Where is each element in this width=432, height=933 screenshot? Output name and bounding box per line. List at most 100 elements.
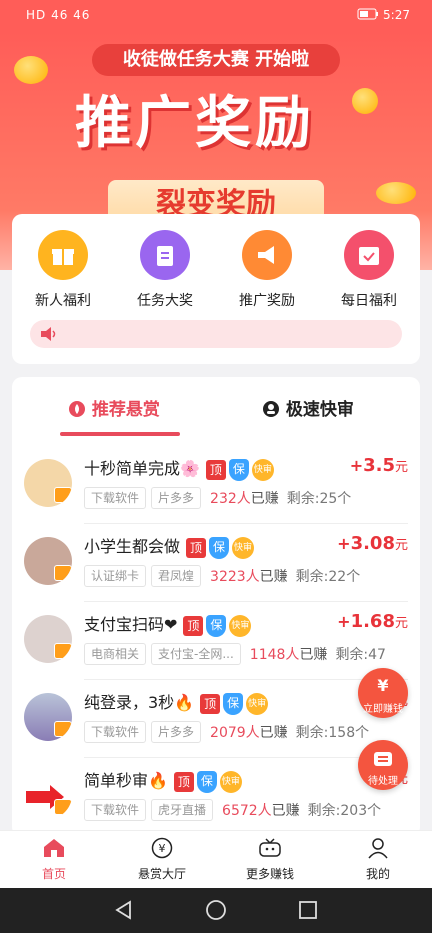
participant-count: 3223人 bbox=[210, 569, 260, 585]
calendar-icon bbox=[344, 230, 394, 280]
avatar bbox=[24, 615, 72, 663]
guarantee-badge: 保 bbox=[206, 614, 227, 637]
earned-label: 已赚 bbox=[299, 647, 328, 663]
pending-button[interactable]: 待处理 bbox=[358, 740, 408, 790]
top-badge: 顶 bbox=[205, 459, 226, 480]
task-title: 纯登录，3秒🔥 bbox=[84, 693, 195, 712]
top-badge: 顶 bbox=[183, 615, 204, 636]
remaining-count: 剩余:158个 bbox=[295, 725, 370, 741]
crown-icon bbox=[54, 721, 72, 737]
banner-pill: 收徒做任务大赛 开始啦 bbox=[92, 44, 340, 76]
earn-now-button[interactable]: ¥ 立即赚钱 bbox=[358, 668, 408, 718]
divider bbox=[84, 523, 408, 524]
quick-actions-grid: 新人福利 任务大奖 推广奖励 每日福利 bbox=[12, 230, 420, 310]
clock: 5:27 bbox=[357, 8, 410, 22]
task-price: +3.5元 bbox=[349, 455, 408, 476]
nav-label: 更多赚钱 bbox=[245, 867, 294, 881]
network-indicators: HD 46 46 bbox=[26, 8, 91, 22]
nav-home[interactable]: 首页 bbox=[0, 831, 108, 889]
remaining-count: 剩余:25个 bbox=[286, 491, 352, 507]
guarantee-badge: 保 bbox=[228, 458, 249, 481]
user-icon bbox=[368, 838, 388, 859]
recents-icon[interactable] bbox=[298, 900, 318, 920]
coin-decoration bbox=[352, 88, 378, 114]
nav-label: 悬赏大厅 bbox=[137, 867, 186, 881]
flame-icon bbox=[69, 401, 85, 417]
clipboard-icon bbox=[140, 230, 190, 280]
fast-review-badge: 快审 bbox=[232, 536, 255, 559]
task-item[interactable]: 十秒简单完成🌸 顶保快审 下载软件 片多多 232人已赚 剩余:25个 +3.5元 bbox=[12, 453, 420, 531]
gamepad-icon bbox=[259, 838, 281, 857]
fast-review-badge: 快审 bbox=[229, 614, 252, 637]
top-badge: 顶 bbox=[173, 771, 194, 792]
nav-label: 我的 bbox=[365, 867, 390, 881]
quick-actions-card: 新人福利 任务大奖 推广奖励 每日福利 bbox=[12, 214, 420, 364]
list-icon bbox=[374, 752, 392, 766]
nav-label: 首页 bbox=[41, 867, 66, 881]
notice-bar[interactable] bbox=[30, 320, 402, 348]
bottom-nav: 首页 ¥ 悬赏大厅 更多赚钱 我的 bbox=[0, 830, 432, 889]
quick-action-promotion[interactable]: 推广奖励 bbox=[216, 230, 318, 310]
divider bbox=[84, 601, 408, 602]
task-price: +1.68元 bbox=[337, 611, 408, 632]
coin-decoration bbox=[14, 56, 48, 84]
battery-icon bbox=[357, 8, 379, 20]
yen-icon: ¥ bbox=[377, 676, 389, 695]
crown-icon bbox=[54, 799, 72, 815]
quick-action-new-user[interactable]: 新人福利 bbox=[12, 230, 114, 310]
task-tag: 君凤煌 bbox=[151, 565, 202, 587]
home-icon bbox=[44, 839, 64, 857]
remaining-count: 剩余:47 bbox=[335, 647, 386, 663]
active-tab-indicator bbox=[60, 432, 180, 436]
task-tag: 片多多 bbox=[151, 721, 202, 743]
earned-label: 已赚 bbox=[259, 569, 288, 585]
top-badge: 顶 bbox=[186, 537, 207, 558]
task-tabs: 推荐悬赏 极速快审 bbox=[12, 395, 420, 439]
system-nav-bar bbox=[0, 888, 432, 933]
task-tag: 电商相关 bbox=[84, 643, 147, 665]
guarantee-badge: 保 bbox=[196, 770, 217, 793]
pending-label: 待处理 bbox=[368, 776, 398, 787]
back-icon[interactable] bbox=[114, 900, 134, 920]
earned-label: 已赚 bbox=[271, 803, 300, 819]
quick-action-label: 每日福利 bbox=[341, 293, 397, 309]
task-item[interactable]: 小学生都会做顶保快审 认证绑卡 君凤煌 3223人已赚 剩余:22个 +3.08元 bbox=[12, 531, 420, 609]
tab-fast-review[interactable]: 极速快审 bbox=[262, 395, 354, 420]
crown-icon bbox=[54, 565, 72, 581]
person-icon bbox=[263, 401, 279, 417]
nav-bounty-hall[interactable]: ¥ 悬赏大厅 bbox=[108, 831, 216, 889]
speaker-icon bbox=[41, 327, 56, 341]
task-title: 十秒简单完成🌸 bbox=[84, 459, 200, 478]
quick-action-task-prize[interactable]: 任务大奖 bbox=[114, 230, 216, 310]
earned-label: 已赚 bbox=[250, 491, 279, 507]
svg-text:¥: ¥ bbox=[159, 842, 166, 855]
coin-decoration bbox=[376, 182, 416, 204]
crown-icon bbox=[54, 487, 72, 503]
quick-action-label: 新人福利 bbox=[35, 293, 91, 309]
gift-icon bbox=[38, 230, 88, 280]
participant-count: 1148人 bbox=[249, 647, 300, 663]
task-tag: 认证绑卡 bbox=[84, 565, 147, 587]
fast-review-badge: 快审 bbox=[251, 458, 274, 481]
task-price: +3.08元 bbox=[337, 533, 408, 554]
quick-action-daily[interactable]: 每日福利 bbox=[318, 230, 420, 310]
earned-label: 已赚 bbox=[259, 725, 288, 741]
task-tag: 下载软件 bbox=[84, 721, 147, 743]
yen-circle-icon: ¥ bbox=[151, 837, 173, 859]
top-badge: 顶 bbox=[200, 693, 221, 714]
home-circle-icon[interactable] bbox=[205, 899, 227, 921]
remaining-count: 剩余:22个 bbox=[295, 569, 361, 585]
task-tag: 片多多 bbox=[151, 487, 202, 509]
tab-recommended[interactable]: 推荐悬赏 bbox=[68, 395, 160, 420]
task-title: 小学生都会做 bbox=[84, 537, 181, 556]
nav-mine[interactable]: 我的 bbox=[324, 831, 432, 889]
avatar bbox=[24, 693, 72, 741]
guarantee-badge: 保 bbox=[223, 692, 244, 715]
nav-more-earnings[interactable]: 更多赚钱 bbox=[216, 831, 324, 889]
participant-count: 2079人 bbox=[210, 725, 260, 741]
crown-icon bbox=[54, 643, 72, 659]
quick-action-label: 推广奖励 bbox=[239, 293, 295, 309]
quick-action-label: 任务大奖 bbox=[137, 293, 193, 309]
avatar bbox=[24, 771, 72, 819]
remaining-count: 剩余:203个 bbox=[307, 803, 382, 819]
